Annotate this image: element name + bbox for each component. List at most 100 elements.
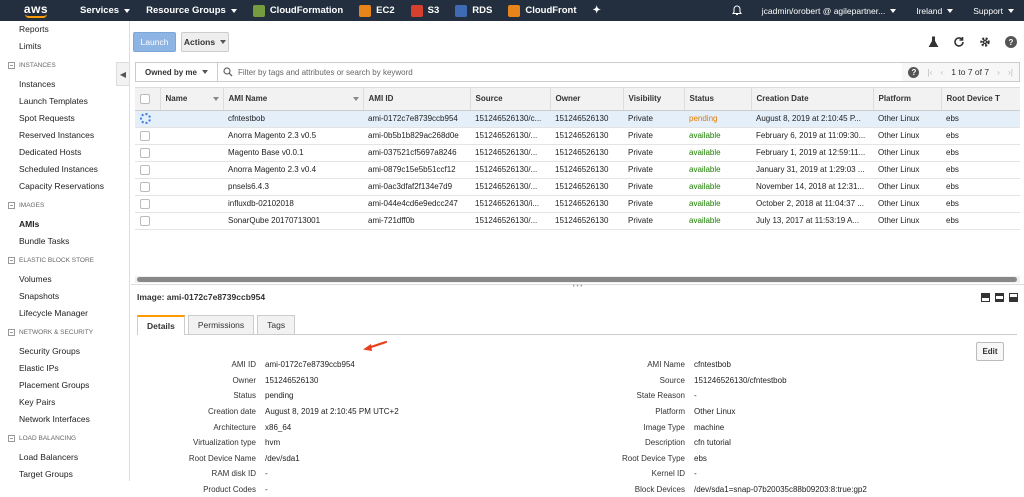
tab-permissions[interactable]: Permissions bbox=[187, 315, 255, 334]
sidebar-item-security-groups[interactable]: Security Groups bbox=[0, 343, 129, 360]
column-header-name[interactable]: Name bbox=[160, 88, 224, 111]
layout-bottom-icon[interactable] bbox=[1009, 293, 1018, 302]
row-checkbox[interactable] bbox=[140, 198, 150, 209]
services-menu[interactable]: Services bbox=[72, 0, 138, 21]
sidebar-item-launch-templates[interactable]: Launch Templates bbox=[0, 93, 129, 110]
sidebar-item-instances[interactable]: Instances bbox=[0, 76, 129, 93]
sidebar-item-reserved-instances[interactable]: Reserved Instances bbox=[0, 127, 129, 144]
table-row[interactable]: Anorra Magento 2.3 v0.5 ami-0b5b1b829ac26… bbox=[135, 127, 1020, 145]
tab-details[interactable]: Details bbox=[137, 315, 185, 335]
horizontal-scrollbar[interactable] bbox=[135, 276, 1020, 283]
row-select-cell[interactable] bbox=[135, 127, 160, 145]
search-input[interactable] bbox=[238, 67, 878, 77]
next-page-icon[interactable]: › bbox=[997, 67, 1000, 77]
support-menu[interactable]: Support bbox=[963, 0, 1024, 21]
sort-icon[interactable] bbox=[352, 97, 359, 101]
gear-icon[interactable] bbox=[978, 35, 992, 49]
row-select-cell[interactable] bbox=[135, 144, 160, 162]
bell-icon[interactable] bbox=[722, 0, 752, 21]
table-row[interactable]: cfntestbob ami-0172c7e8739ccb954 151246526… bbox=[135, 110, 1020, 128]
row-select-cell[interactable] bbox=[135, 110, 160, 128]
column-header-platform[interactable]: Platform bbox=[873, 88, 942, 111]
refresh-icon[interactable] bbox=[952, 35, 966, 49]
launch-button[interactable]: Launch bbox=[133, 31, 176, 52]
scrollbar-thumb[interactable] bbox=[137, 277, 1017, 282]
owned-by-dropdown[interactable]: Owned by me bbox=[136, 63, 218, 81]
sidebar-section-elastic-block-store[interactable]: ELASTIC BLOCK STORE bbox=[0, 250, 129, 271]
sidebar-item-scheduled-instances[interactable]: Scheduled Instances bbox=[0, 161, 129, 178]
resource-groups-menu[interactable]: Resource Groups bbox=[138, 0, 245, 21]
sidebar-section-network-security[interactable]: NETWORK & SECURITY bbox=[0, 322, 129, 343]
row-checkbox[interactable] bbox=[140, 147, 150, 158]
shortcut-s3[interactable]: S3 bbox=[403, 4, 448, 17]
cell-name[interactable] bbox=[160, 212, 223, 230]
layout-split-icon[interactable] bbox=[995, 293, 1004, 302]
sidebar-item-volumes[interactable]: Volumes bbox=[0, 271, 129, 288]
row-checkbox[interactable] bbox=[140, 164, 150, 175]
row-checkbox[interactable] bbox=[140, 215, 150, 226]
layout-top-icon[interactable] bbox=[981, 293, 990, 302]
row-select-cell[interactable] bbox=[135, 161, 160, 179]
table-row[interactable]: influxdb-02102018 ami-044e4cd6e9edcc247 15… bbox=[135, 195, 1020, 213]
cell-name[interactable] bbox=[160, 178, 223, 196]
select-all-checkbox[interactable] bbox=[140, 93, 150, 104]
row-select-cell[interactable] bbox=[135, 212, 160, 230]
sort-icon[interactable] bbox=[212, 97, 219, 101]
sidebar-section-images[interactable]: IMAGES bbox=[0, 195, 129, 216]
flask-icon[interactable] bbox=[926, 35, 940, 49]
sidebar-item-placement-groups[interactable]: Placement Groups bbox=[0, 377, 129, 394]
aws-logo[interactable]: aws bbox=[0, 0, 72, 21]
row-checkbox[interactable] bbox=[140, 181, 150, 192]
sidebar-item-elastic-ips[interactable]: Elastic IPs bbox=[0, 360, 129, 377]
sidebar-item-snapshots[interactable]: Snapshots bbox=[0, 288, 129, 305]
sidebar-item-dedicated-hosts[interactable]: Dedicated Hosts bbox=[0, 144, 129, 161]
sidebar-item-target-groups[interactable]: Target Groups bbox=[0, 466, 129, 483]
table-row[interactable]: SonarQube 20170713001 ami-721dff0b 1512465… bbox=[135, 212, 1020, 230]
sidebar-section-instances[interactable]: INSTANCES bbox=[0, 55, 129, 76]
tab-tags[interactable]: Tags bbox=[257, 315, 296, 334]
sidebar-section-load-balancing[interactable]: LOAD BALANCING bbox=[0, 428, 129, 449]
last-page-icon[interactable]: ›| bbox=[1008, 67, 1013, 77]
sidebar-item-key-pairs[interactable]: Key Pairs bbox=[0, 394, 129, 411]
shortcut-ec2[interactable]: EC2 bbox=[351, 4, 402, 17]
column-header-status[interactable]: Status bbox=[684, 88, 752, 111]
row-select-cell[interactable] bbox=[135, 178, 160, 196]
cell-name[interactable] bbox=[160, 195, 223, 213]
cell-platform: Other Linux bbox=[873, 144, 941, 162]
column-header-source[interactable]: Source bbox=[470, 88, 551, 111]
prev-page-icon[interactable]: ‹ bbox=[940, 67, 943, 77]
column-header-root-device-t[interactable]: Root Device T bbox=[941, 88, 1020, 111]
shortcut-cloudfront[interactable]: CloudFront bbox=[500, 4, 584, 17]
cell-name[interactable] bbox=[160, 110, 223, 128]
column-header-creation-date[interactable]: Creation Date bbox=[751, 88, 874, 111]
detail-label: Creation date bbox=[207, 407, 256, 417]
row-select-cell[interactable] bbox=[135, 195, 160, 213]
column-header-visibility[interactable]: Visibility bbox=[623, 88, 685, 111]
row-checkbox[interactable] bbox=[140, 130, 150, 141]
sidebar-item-reports[interactable]: Reports bbox=[0, 21, 129, 38]
column-header-owner[interactable]: Owner bbox=[550, 88, 624, 111]
help-icon[interactable]: ? bbox=[1004, 35, 1018, 49]
pin-icon[interactable]: ✦ bbox=[585, 0, 609, 21]
sidebar-item-spot-requests[interactable]: Spot Requests bbox=[0, 110, 129, 127]
region-menu[interactable]: Ireland bbox=[906, 0, 963, 21]
cell-name[interactable] bbox=[160, 161, 223, 179]
first-page-icon[interactable]: |‹ bbox=[927, 67, 932, 77]
column-header-ami-name[interactable]: AMI Name bbox=[223, 88, 364, 111]
sidebar-item-amis[interactable]: AMIs bbox=[0, 216, 129, 233]
table-row[interactable]: Anorra Magento 2.3 v0.4 ami-0879c15e5b51c… bbox=[135, 161, 1020, 179]
table-row[interactable]: Magento Base v0.0.1 ami-037521cf5697a8246… bbox=[135, 144, 1020, 162]
help-icon[interactable]: ? bbox=[908, 66, 920, 78]
collapse-sidebar-button[interactable]: ◀ bbox=[116, 62, 130, 86]
panel-divider-handle[interactable]: • • • bbox=[131, 284, 1024, 290]
actions-button[interactable]: Actions bbox=[181, 31, 229, 52]
column-header-ami-id[interactable]: AMI ID bbox=[363, 88, 471, 111]
table-row[interactable]: pnsels6.4.3 ami-0ac3dfaf2f134e7d9 15124652… bbox=[135, 178, 1020, 196]
cell-name[interactable] bbox=[160, 144, 223, 162]
account-menu[interactable]: jcadmin/orobert @ agilepartner... bbox=[752, 0, 906, 21]
sidebar-item-load-balancers[interactable]: Load Balancers bbox=[0, 449, 129, 466]
shortcut-cloudformation[interactable]: CloudFormation bbox=[245, 4, 351, 17]
shortcut-rds[interactable]: RDS bbox=[447, 4, 500, 17]
cell-name[interactable] bbox=[160, 127, 223, 145]
select-all-checkbox-cell[interactable] bbox=[135, 88, 161, 111]
